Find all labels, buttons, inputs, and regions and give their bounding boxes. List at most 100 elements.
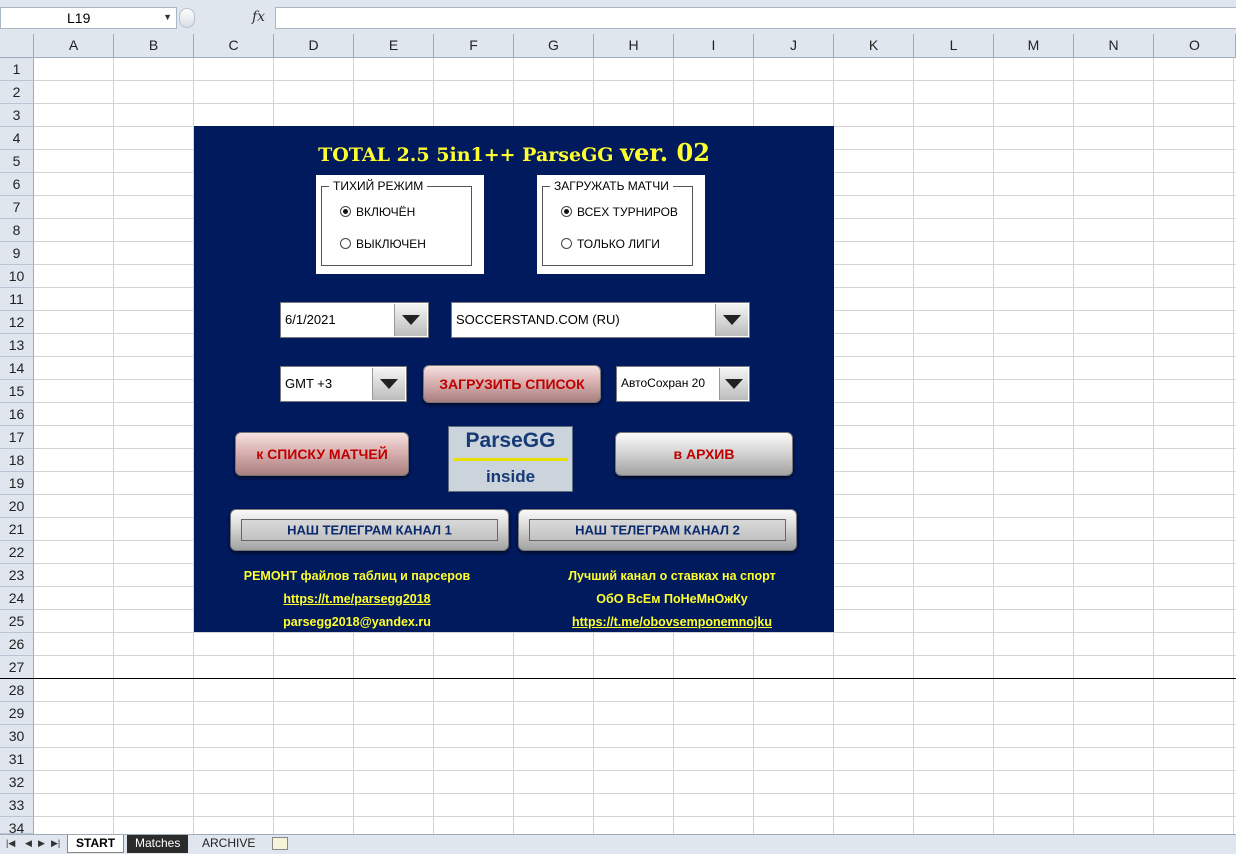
- formula-bar: L19 ▼ fx: [0, 0, 1236, 34]
- row-header[interactable]: 16: [0, 403, 34, 426]
- column-header[interactable]: J: [754, 34, 834, 58]
- row-header[interactable]: 6: [0, 173, 34, 196]
- timezone-select[interactable]: GMT +3: [280, 366, 407, 402]
- row-header[interactable]: 28: [0, 679, 34, 702]
- column-header[interactable]: C: [194, 34, 274, 58]
- row-header[interactable]: 31: [0, 748, 34, 771]
- row-header[interactable]: 4: [0, 127, 34, 150]
- row-header[interactable]: 18: [0, 449, 34, 472]
- row-header[interactable]: 12: [0, 311, 34, 334]
- radio-unchecked-icon[interactable]: [561, 238, 572, 249]
- obovsem-telegram-link[interactable]: https://t.me/obovsemponemnojku: [530, 615, 814, 629]
- load-list-button[interactable]: ЗАГРУЗИТЬ СПИСОК: [423, 365, 601, 403]
- formula-input[interactable]: [275, 7, 1236, 29]
- first-sheet-icon[interactable]: |◀: [6, 838, 15, 849]
- column-gridline: [913, 58, 914, 834]
- column-header[interactable]: B: [114, 34, 194, 58]
- row-header[interactable]: 21: [0, 518, 34, 541]
- column-header[interactable]: G: [514, 34, 594, 58]
- insert-function-icon[interactable]: fx: [252, 9, 265, 25]
- row-header[interactable]: 27: [0, 656, 34, 679]
- leagues-only-radio[interactable]: ТОЛЬКО ЛИГИ: [561, 237, 660, 251]
- load-list-label: ЗАГРУЗИТЬ СПИСОК: [439, 376, 585, 392]
- tab-start[interactable]: START: [67, 835, 125, 853]
- row-header[interactable]: 32: [0, 771, 34, 794]
- column-gridline: [1073, 58, 1074, 834]
- column-header[interactable]: A: [34, 34, 114, 58]
- quiet-mode-group: ТИХИЙ РЕЖИМ ВКЛЮЧЁН ВЫКЛЮЧЕН: [316, 175, 484, 274]
- column-header[interactable]: O: [1154, 34, 1236, 58]
- row-header[interactable]: 14: [0, 357, 34, 380]
- formula-bar-resize-handle[interactable]: [179, 8, 195, 28]
- radio-checked-icon[interactable]: [561, 206, 572, 217]
- row-header[interactable]: 33: [0, 794, 34, 817]
- row-header[interactable]: 15: [0, 380, 34, 403]
- column-header[interactable]: M: [994, 34, 1074, 58]
- select-all-corner[interactable]: [0, 34, 34, 58]
- radio-unchecked-icon[interactable]: [340, 238, 351, 249]
- dropdown-arrow-icon[interactable]: [715, 304, 748, 336]
- row-header[interactable]: 20: [0, 495, 34, 518]
- name-box-value: L19: [67, 10, 91, 26]
- row-header[interactable]: 11: [0, 288, 34, 311]
- parsegg-telegram-link[interactable]: https://t.me/parsegg2018: [214, 592, 500, 606]
- channel-slogan: ОбО ВсЕм ПоНеМнОжКу: [596, 592, 748, 606]
- column-gridline: [1153, 58, 1154, 834]
- row-header[interactable]: 34: [0, 817, 34, 836]
- row-header[interactable]: 30: [0, 725, 34, 748]
- autosave-select[interactable]: АвтоСохран 20: [616, 366, 750, 402]
- date-select[interactable]: 6/1/2021: [280, 302, 429, 338]
- row-header[interactable]: 24: [0, 587, 34, 610]
- next-sheet-icon[interactable]: ▶: [38, 838, 45, 849]
- row-gridline: [34, 632, 1236, 633]
- prev-sheet-icon[interactable]: ◀: [25, 838, 32, 849]
- to-matches-button[interactable]: к СПИСКУ МАТЧЕЙ: [235, 432, 409, 476]
- to-archive-button[interactable]: в АРХИВ: [615, 432, 793, 476]
- chevron-down-icon[interactable]: ▼: [163, 12, 172, 22]
- row-header[interactable]: 1: [0, 58, 34, 81]
- row-header[interactable]: 19: [0, 472, 34, 495]
- column-header[interactable]: F: [434, 34, 514, 58]
- column-header[interactable]: N: [1074, 34, 1154, 58]
- row-header[interactable]: 5: [0, 150, 34, 173]
- name-box[interactable]: L19 ▼: [0, 7, 177, 29]
- column-header[interactable]: I: [674, 34, 754, 58]
- column-header[interactable]: H: [594, 34, 674, 58]
- telegram-channel-2-button[interactable]: НАШ ТЕЛЕГРАМ КАНАЛ 2: [518, 509, 797, 551]
- quiet-mode-legend: ТИХИЙ РЕЖИМ: [329, 179, 428, 193]
- row-gridline: [34, 747, 1236, 748]
- dropdown-arrow-icon[interactable]: [719, 368, 748, 400]
- row-header[interactable]: 17: [0, 426, 34, 449]
- row-header[interactable]: 10: [0, 265, 34, 288]
- load-matches-legend: ЗАГРУЖАТЬ МАТЧИ: [550, 179, 673, 193]
- row-header[interactable]: 23: [0, 564, 34, 587]
- row-header[interactable]: 26: [0, 633, 34, 656]
- last-sheet-icon[interactable]: ▶|: [51, 838, 60, 849]
- quiet-mode-off-radio[interactable]: ВЫКЛЮЧЕН: [340, 237, 426, 251]
- tab-archive[interactable]: ARCHIVE: [194, 835, 263, 853]
- tab-matches[interactable]: Matches: [127, 835, 189, 853]
- column-header[interactable]: E: [354, 34, 434, 58]
- row-header[interactable]: 22: [0, 541, 34, 564]
- row-header[interactable]: 29: [0, 702, 34, 725]
- telegram-channel-1-button[interactable]: НАШ ТЕЛЕГРАМ КАНАЛ 1: [230, 509, 509, 551]
- row-header[interactable]: 2: [0, 81, 34, 104]
- quiet-mode-on-radio[interactable]: ВКЛЮЧЁН: [340, 205, 415, 219]
- column-header[interactable]: D: [274, 34, 354, 58]
- row-header[interactable]: 13: [0, 334, 34, 357]
- row-header[interactable]: 3: [0, 104, 34, 127]
- row-header[interactable]: 9: [0, 242, 34, 265]
- telegram-channel-2-label: НАШ ТЕЛЕГРАМ КАНАЛ 2: [575, 522, 740, 538]
- row-header[interactable]: 8: [0, 219, 34, 242]
- radio-checked-icon[interactable]: [340, 206, 351, 217]
- column-header[interactable]: L: [914, 34, 994, 58]
- row-gridline: [34, 793, 1236, 794]
- dropdown-arrow-icon[interactable]: [372, 368, 405, 400]
- all-tournaments-radio[interactable]: ВСЕХ ТУРНИРОВ: [561, 205, 678, 219]
- column-header[interactable]: K: [834, 34, 914, 58]
- source-select[interactable]: SOCCERSTAND.COM (RU): [451, 302, 750, 338]
- dropdown-arrow-icon[interactable]: [394, 304, 427, 336]
- row-header[interactable]: 7: [0, 196, 34, 219]
- new-sheet-icon[interactable]: [272, 837, 288, 850]
- row-header[interactable]: 25: [0, 610, 34, 633]
